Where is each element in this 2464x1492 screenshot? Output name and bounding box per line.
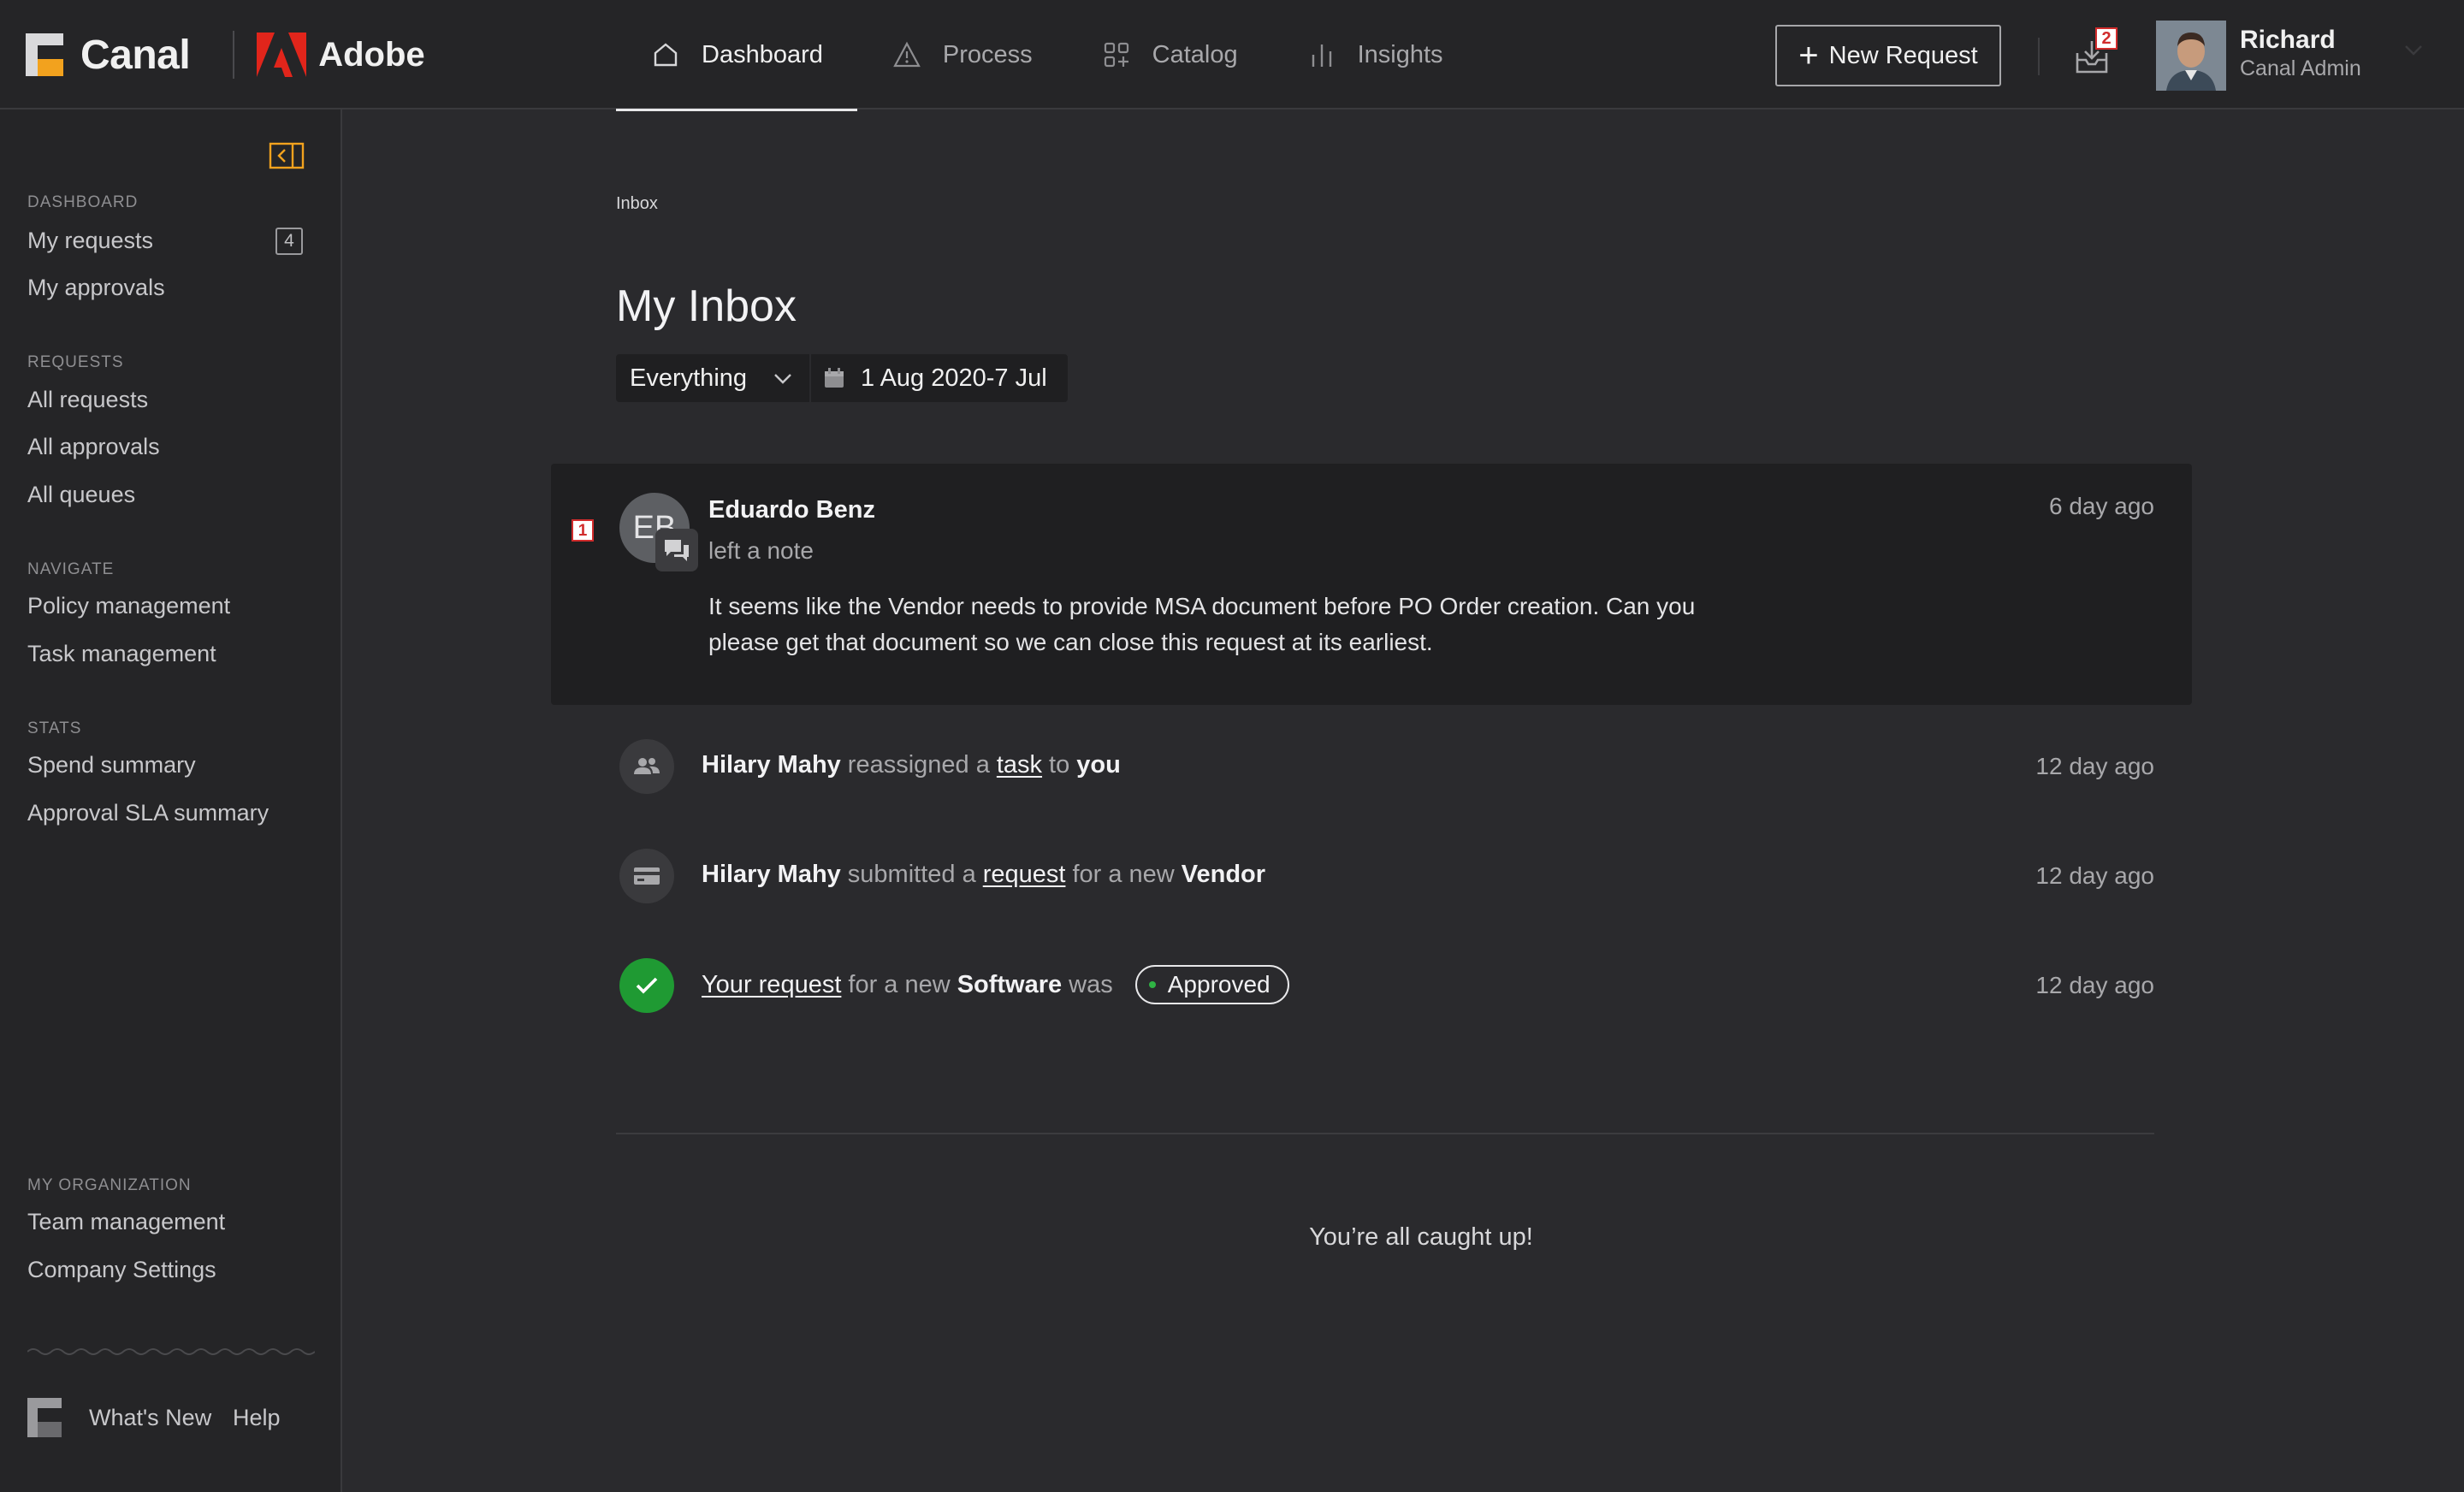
activity-text: for a new xyxy=(1072,861,1175,888)
note-timestamp: 6 day ago xyxy=(2049,493,2154,519)
sidebar-item-all-queues[interactable]: All queues xyxy=(27,482,135,508)
nav-insights-label: Insights xyxy=(1357,40,1443,68)
brand-name: Canal xyxy=(80,32,191,78)
sidebar-section-dashboard: DASHBOARD xyxy=(27,193,139,211)
plus-icon: + xyxy=(1798,37,1819,74)
canal-mark-icon xyxy=(27,1398,62,1437)
activity-target: you xyxy=(1076,751,1121,779)
collapse-sidebar-icon[interactable] xyxy=(269,142,305,169)
avatar[interactable] xyxy=(2156,21,2226,91)
user-role: Canal Admin xyxy=(2240,56,2361,80)
caught-up-message: You’re all caught up! xyxy=(1309,1223,1533,1251)
activity-text: submitted a xyxy=(847,861,976,888)
adobe-logo-icon xyxy=(257,33,307,77)
status-dot-icon xyxy=(1148,981,1156,988)
feed-divider xyxy=(616,1133,2154,1134)
sidebar-section-stats: STATS xyxy=(27,719,82,737)
sidebar-item-task-management[interactable]: Task management xyxy=(27,641,216,667)
partner-name: Adobe xyxy=(318,35,425,74)
sidebar-item-spend-summary[interactable]: Spend summary xyxy=(27,752,196,779)
canal-logo-icon xyxy=(26,33,63,76)
note-action: left a note xyxy=(708,537,814,564)
wavy-divider xyxy=(27,1348,315,1355)
your-request-link[interactable]: Your request xyxy=(702,971,841,999)
home-icon xyxy=(650,39,681,70)
activity-text: was xyxy=(1069,970,1113,998)
sidebar-item-all-requests[interactable]: All requests xyxy=(27,387,148,413)
sidebar-item-policy-management[interactable]: Policy management xyxy=(27,593,230,619)
nav-catalog-label: Catalog xyxy=(1152,40,1238,68)
sidebar: DASHBOARD My requests 4 My approvals REQ… xyxy=(0,110,342,1492)
my-requests-count-badge: 4 xyxy=(275,228,303,255)
new-request-button[interactable]: + New Request xyxy=(1775,25,2001,86)
chat-bubble-icon xyxy=(655,529,698,571)
sidebar-section-navigate: NAVIGATE xyxy=(27,560,115,578)
sidebar-section-my-organization: MY ORGANIZATION xyxy=(27,1176,192,1194)
chevron-down-icon[interactable] xyxy=(2402,41,2425,58)
note-author[interactable]: Eduardo Benz xyxy=(708,496,875,524)
user-photo-icon xyxy=(2156,21,2226,91)
date-range-value: 1 Aug 2020-7 Jul xyxy=(861,364,1047,392)
nav-process-label: Process xyxy=(942,40,1033,68)
sidebar-item-my-requests[interactable]: My requests xyxy=(27,228,153,254)
nav-process[interactable]: Process xyxy=(857,0,1067,110)
sidebar-item-my-approvals[interactable]: My approvals xyxy=(27,275,165,301)
status-badge: Approved xyxy=(1134,965,1289,1004)
date-range-filter[interactable]: 1 Aug 2020-7 Jul xyxy=(811,354,1068,402)
nav-insights[interactable]: Insights xyxy=(1272,0,1478,110)
note-body: It seems like the Vendor needs to provid… xyxy=(708,593,1696,655)
bar-chart-icon xyxy=(1306,39,1337,70)
activity-timestamp: 12 day ago xyxy=(2035,972,2154,998)
activity-target: Software xyxy=(957,970,1063,998)
page-title: My Inbox xyxy=(616,281,797,331)
sidebar-item-team-management[interactable]: Team management xyxy=(27,1209,225,1235)
unread-count-badge: 1 xyxy=(572,519,594,542)
status-label: Approved xyxy=(1167,971,1270,998)
grid-plus-icon xyxy=(1101,39,1132,70)
activity-item: Your request for a new Software was Appr… xyxy=(702,965,1289,1004)
calendar-icon xyxy=(825,368,844,388)
activity-item: Hilary Mahy submitted a request for a ne… xyxy=(702,861,1265,889)
activity-text: to xyxy=(1049,751,1070,779)
activity-item: Hilary Mahy reassigned a task to you xyxy=(702,751,1121,779)
activity-text: reassigned a xyxy=(847,751,990,779)
activity-timestamp: 12 day ago xyxy=(2035,753,2154,779)
sidebar-item-company-settings[interactable]: Company Settings xyxy=(27,1257,216,1283)
top-bar: Canal Adobe Dashboard Process Catalog In… xyxy=(0,0,2464,111)
brand[interactable]: Canal Adobe xyxy=(26,31,425,79)
activity-target: Vendor xyxy=(1181,861,1266,888)
activity-actor[interactable]: Hilary Mahy xyxy=(702,751,841,779)
check-icon xyxy=(619,958,674,1013)
users-icon xyxy=(619,739,674,794)
chevron-down-icon xyxy=(774,374,791,384)
warning-triangle-icon xyxy=(891,39,922,70)
new-request-label: New Request xyxy=(1828,41,1978,69)
main-nav: Dashboard Process Catalog Insights xyxy=(616,0,1478,111)
activity-actor[interactable]: Hilary Mahy xyxy=(702,861,841,889)
activity-timestamp: 12 day ago xyxy=(2035,862,2154,889)
sidebar-item-approval-sla-summary[interactable]: Approval SLA summary xyxy=(27,800,269,826)
nav-catalog[interactable]: Catalog xyxy=(1067,0,1272,110)
breadcrumb[interactable]: Inbox xyxy=(616,194,658,214)
sidebar-section-requests: REQUESTS xyxy=(27,353,124,371)
nav-dashboard-label: Dashboard xyxy=(702,40,823,68)
nav-dashboard[interactable]: Dashboard xyxy=(616,0,857,111)
help-link[interactable]: Help xyxy=(233,1405,281,1431)
sidebar-item-all-approvals[interactable]: All approvals xyxy=(27,434,160,460)
brand-divider xyxy=(233,31,235,79)
whats-new-link[interactable]: What's New xyxy=(89,1405,211,1431)
header-divider xyxy=(2038,38,2040,75)
credit-card-icon xyxy=(619,849,674,903)
request-link[interactable]: request xyxy=(983,861,1066,889)
task-link[interactable]: task xyxy=(997,751,1042,779)
user-name[interactable]: Richard xyxy=(2240,26,2336,55)
activity-text: for a new xyxy=(848,970,951,998)
activity-filter-dropdown[interactable]: Everything xyxy=(616,354,809,402)
filter-value: Everything xyxy=(630,364,748,392)
inbox-count-badge: 2 xyxy=(2095,27,2118,50)
